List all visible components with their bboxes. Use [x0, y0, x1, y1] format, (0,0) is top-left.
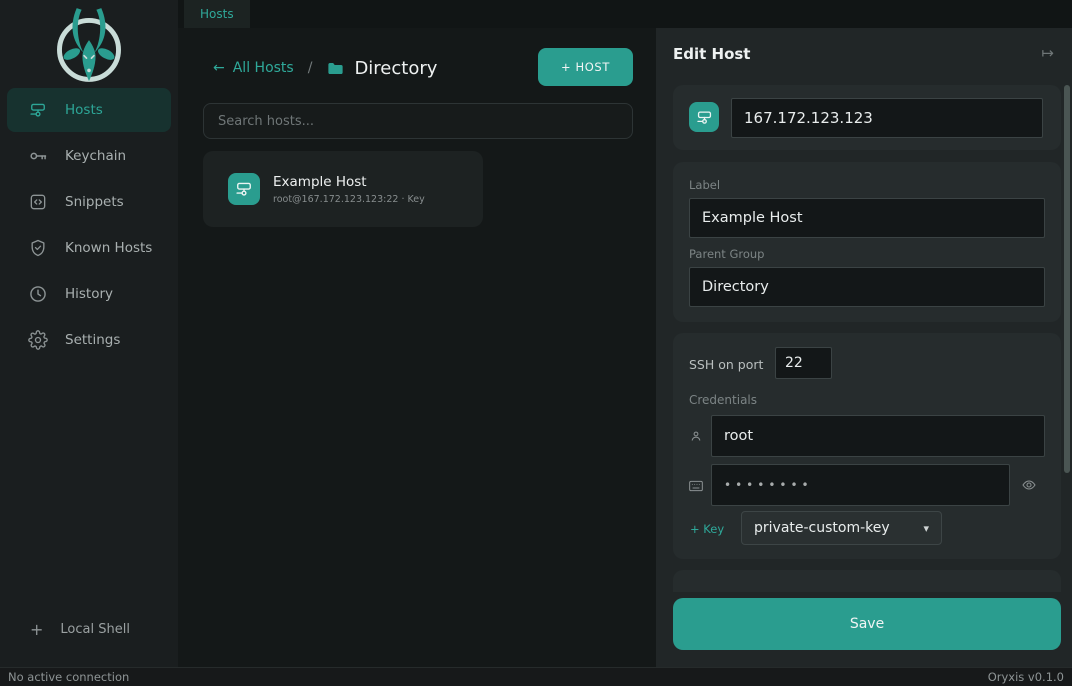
host-icon	[228, 173, 260, 205]
ssh-port-input[interactable]	[775, 347, 832, 379]
edit-host-panel: Edit Host ↦ Label Parent Group SSH on po…	[656, 28, 1072, 667]
username-input[interactable]	[711, 415, 1045, 457]
save-button[interactable]: Save	[673, 598, 1061, 650]
sidebar: Hosts Keychain Snippets	[0, 0, 178, 667]
key-select-value: private-custom-key	[754, 520, 890, 536]
oryxis-logo	[48, 4, 130, 86]
label-group-card: Label Parent Group	[673, 162, 1061, 322]
password-input[interactable]	[711, 464, 1010, 506]
host-card-example-host[interactable]: Example Host root@167.172.123.123:22 · K…	[203, 151, 483, 227]
credentials-label: Credentials	[689, 393, 757, 407]
address-input[interactable]	[731, 98, 1043, 138]
address-card	[673, 85, 1061, 150]
label-field-label: Label	[689, 178, 720, 192]
user-icon	[689, 429, 703, 443]
connection-status: No active connection	[8, 670, 129, 684]
sidebar-item-known-hosts[interactable]: Known Hosts	[7, 226, 171, 270]
key-icon	[28, 146, 48, 166]
local-shell-label: Local Shell	[60, 622, 130, 637]
breadcrumb-back-label: All Hosts	[233, 60, 294, 76]
local-shell-button[interactable]: + Local Shell	[30, 620, 130, 639]
chevron-down-icon: ▾	[923, 522, 929, 535]
plus-icon: +	[30, 620, 43, 639]
sidebar-item-history[interactable]: History	[7, 272, 171, 316]
label-input[interactable]	[689, 198, 1045, 238]
panel-title: Edit Host	[673, 45, 750, 63]
sidebar-item-snippets[interactable]: Snippets	[7, 180, 171, 224]
app-version: Oryxis v0.1.0	[988, 670, 1064, 684]
add-host-button[interactable]: + HOST	[538, 48, 633, 86]
shield-check-icon	[28, 238, 48, 258]
key-select-dropdown[interactable]: private-custom-key ▾	[741, 511, 942, 545]
breadcrumb-current: Directory	[354, 58, 437, 79]
back-arrow-icon: ←	[213, 60, 225, 76]
search-input[interactable]	[203, 103, 633, 139]
breadcrumb: ← All Hosts / Directory	[213, 50, 437, 86]
breadcrumb-separator: /	[308, 60, 313, 76]
connection-card: SSH on port Credentials	[673, 333, 1061, 559]
sidebar-item-keychain[interactable]: Keychain	[7, 134, 171, 178]
gear-icon	[28, 330, 48, 350]
panel-scrollbar[interactable]	[1064, 85, 1070, 473]
sidebar-nav: Hosts Keychain Snippets	[7, 88, 171, 364]
sidebar-item-label: Hosts	[65, 102, 103, 118]
collapse-panel-icon[interactable]: ↦	[1041, 44, 1054, 62]
hosts-view: ← All Hosts / Directory + HOST Example	[178, 28, 656, 667]
breadcrumb-back-link[interactable]: ← All Hosts	[213, 60, 294, 76]
show-password-eye-icon[interactable]	[1020, 477, 1038, 493]
code-icon	[28, 192, 48, 212]
tab-bar: Hosts	[178, 0, 1072, 28]
host-icon	[28, 100, 48, 120]
sidebar-item-settings[interactable]: Settings	[7, 318, 171, 362]
host-icon	[689, 102, 719, 132]
sidebar-item-label: Known Hosts	[65, 240, 152, 256]
sidebar-item-label: Snippets	[65, 194, 124, 210]
sidebar-item-label: History	[65, 286, 113, 302]
status-bar: No active connection Oryxis v0.1.0	[0, 667, 1072, 686]
parent-group-input[interactable]	[689, 267, 1045, 307]
tab-hosts[interactable]: Hosts	[184, 0, 250, 28]
host-card-subtitle: root@167.172.123.123:22 · Key	[273, 194, 425, 205]
clock-icon	[28, 284, 48, 304]
host-card-title: Example Host	[273, 174, 425, 190]
tab-hosts-label: Hosts	[200, 7, 234, 21]
app-window: Hosts	[0, 0, 1072, 686]
folder-icon	[326, 59, 345, 78]
sidebar-item-label: Keychain	[65, 148, 126, 164]
partial-card-below	[673, 570, 1061, 592]
parent-group-field-label: Parent Group	[689, 247, 764, 261]
sidebar-item-label: Settings	[65, 332, 120, 348]
keyboard-icon	[688, 479, 704, 493]
sidebar-item-hosts[interactable]: Hosts	[7, 88, 171, 132]
ssh-port-label: SSH on port	[689, 357, 763, 372]
add-key-link[interactable]: + Key	[690, 522, 724, 536]
